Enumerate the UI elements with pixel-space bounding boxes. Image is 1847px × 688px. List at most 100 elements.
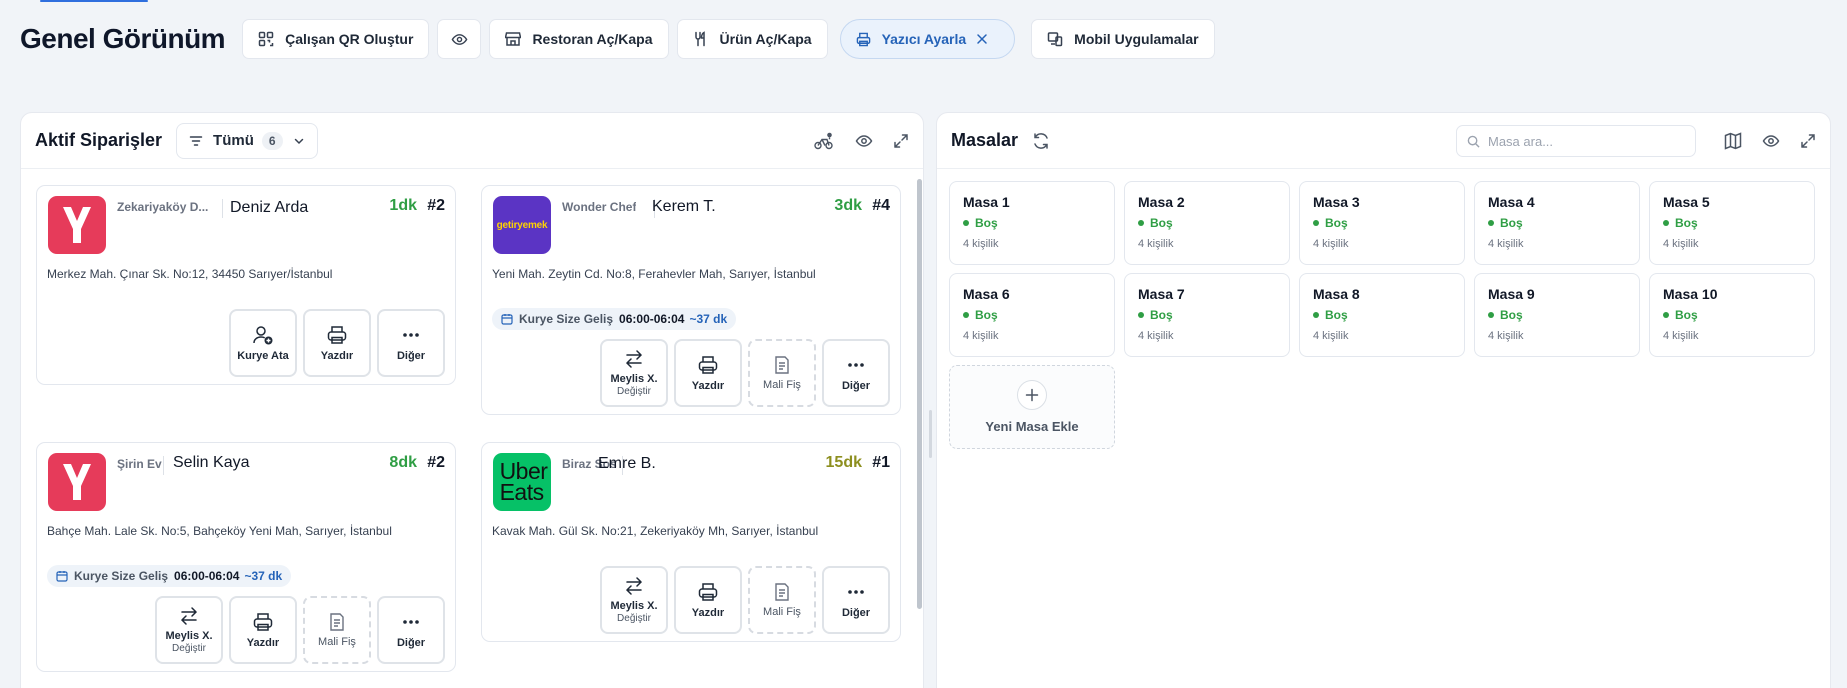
status-label: Boş [1675,308,1698,322]
assign-courier-button[interactable]: Kurye Ata [229,309,297,377]
fiscal-receipt-button[interactable]: Mali Fiş [303,596,371,664]
active-orders-header: Aktif Siparişler Tümü 6 [21,113,923,169]
table-name: Masa 1 [963,194,1010,210]
table-name: Masa 6 [963,286,1010,302]
courier-map-icon[interactable] [813,131,835,151]
table-status: Boş [1138,216,1276,230]
table-card[interactable]: Masa 7 Boş 4 kişilik [1124,273,1290,357]
add-table-button[interactable]: Yeni Masa Ekle [949,365,1115,449]
printer-settings-chip[interactable]: Yazıcı Ayarla [839,19,1016,59]
elapsed-time: 3dk [834,197,862,214]
table-card[interactable]: Masa 2 Boş 4 kişilik [1124,181,1290,265]
table-status: Boş [1663,216,1801,230]
order-card[interactable]: Zekariyaköy D... Deniz Arda 1dk #2 Merke… [36,185,456,385]
fiscal-receipt-button[interactable]: Mali Fiş [748,566,816,634]
courier-window: 06:00-06:04 [174,569,240,583]
printer-settings-label: Yazıcı Ayarla [881,31,967,47]
getiryemek-logo-text: getiryemek [496,219,548,231]
staff-qr-button[interactable]: Çalışan QR Oluştur [242,19,430,59]
assign-courier-icon [253,326,273,345]
status-dot [1663,312,1669,318]
courier-eta-badge: Kurye Size Geliş 06:00-06:04 ~37 dk [47,565,292,587]
mobile-apps-label: Mobil Uygulamalar [1074,31,1199,47]
mobile-apps-button[interactable]: Mobil Uygulamalar [1031,19,1215,59]
change-courier-button[interactable]: Meylis X. Değiştir [600,339,668,407]
table-name: Masa 2 [1138,194,1185,210]
printer-icon [253,613,273,631]
restaurant-name: Zekariyaköy D... [117,200,209,214]
print-button[interactable]: Yazdır [674,339,742,407]
elapsed-time: 1dk [389,197,417,214]
table-card[interactable]: Masa 6 Boş 4 kişilik [949,273,1115,357]
table-card[interactable]: Masa 3 Boş 4 kişilik [1299,181,1465,265]
change-courier-button[interactable]: Meylis X. Değiştir [155,596,223,664]
elapsed-time: 8dk [389,454,417,471]
product-toggle-label: Ürün Aç/Kapa [719,31,812,47]
table-status: Boş [1488,216,1626,230]
expand-icon[interactable] [1800,133,1816,149]
table-card[interactable]: Masa 5 Boş 4 kişilik [1649,181,1815,265]
status-dot [1663,220,1669,226]
map-icon[interactable] [1724,132,1742,150]
customer-name: Deniz Arda [230,199,309,216]
table-capacity: 4 kişilik [1313,330,1349,342]
orders-scrollbar[interactable] [917,179,922,609]
action-label: Yazdır [320,350,354,362]
calendar-icon [56,571,68,582]
printer-icon [327,326,347,344]
tables-header: Masalar [937,113,1830,169]
action-label: Kurye Ata [237,350,289,362]
action-label: Diğer [841,380,871,392]
table-card[interactable]: Masa 1 Boş 4 kişilik [949,181,1115,265]
print-button[interactable]: Yazdır [303,309,371,377]
expand-icon[interactable] [893,133,909,149]
ubereats-logo-text-2: Eats [499,479,545,505]
more-button[interactable]: Diğer [377,309,445,377]
print-button[interactable]: Yazdır [674,566,742,634]
more-button[interactable]: Diğer [377,596,445,664]
staff-qr-label: Çalışan QR Oluştur [285,31,414,47]
fiscal-receipt-button[interactable]: Mali Fiş [748,339,816,407]
close-icon[interactable] [976,33,999,45]
table-card[interactable]: Masa 8 Boş 4 kişilik [1299,273,1465,357]
product-toggle-button[interactable]: Ürün Aç/Kapa [676,19,828,59]
delivery-address: Yeni Mah. Zeytin Cd. No:8, Ferahevler Ma… [492,267,816,281]
yemeksepeti-logo [48,453,106,511]
action-label: Yazdır [246,637,280,649]
swap-icon [625,350,643,368]
restaurant-toggle-button[interactable]: Restoran Aç/Kapa [489,19,669,59]
ubereats-logo: Uber Eats [493,453,551,511]
print-button[interactable]: Yazdır [229,596,297,664]
courier-eta: ~37 dk [689,312,728,326]
search-icon [1467,135,1480,148]
table-status: Boş [1488,308,1626,322]
panel-resize-handle[interactable] [929,410,932,458]
table-card[interactable]: Masa 9 Boş 4 kişilik [1474,273,1640,357]
order-card[interactable]: Şirin Ev Selin Kaya 8dk #2 Bahçe Mah. La… [36,442,456,672]
refresh-icon[interactable] [1032,132,1050,150]
table-card[interactable]: Masa 4 Boş 4 kişilik [1474,181,1640,265]
table-card[interactable]: Masa 10 Boş 4 kişilik [1649,273,1815,357]
chevron-down-icon [293,135,305,147]
table-status: Boş [963,308,1101,322]
eye-icon[interactable] [1762,132,1780,150]
table-name: Masa 9 [1488,286,1535,302]
order-card[interactable]: getiryemek Wonder Chef Kerem T. 3dk #4 Y… [481,185,901,415]
order-filter-dropdown[interactable]: Tümü 6 [176,122,318,159]
restaurant-name: Şirin Ev [117,457,162,471]
tables-title: Masalar [951,130,1019,150]
add-table-label: Yeni Masa Ekle [985,419,1079,434]
status-dot [1488,312,1494,318]
table-name: Masa 5 [1663,194,1710,210]
more-button[interactable]: Diğer [822,566,890,634]
more-button[interactable]: Diğer [822,339,890,407]
table-search-input[interactable] [1488,133,1678,149]
table-capacity: 4 kişilik [1138,330,1174,342]
change-courier-button[interactable]: Meylis X. Değiştir [600,566,668,634]
more-icon [848,363,864,367]
table-name: Masa 4 [1488,194,1535,210]
eye-icon[interactable] [855,132,873,150]
table-search[interactable] [1456,125,1696,157]
order-card[interactable]: Uber Eats Biraz Sos Emre B. 15dk #1 Kavak… [481,442,901,642]
visibility-toggle-button[interactable] [437,19,482,59]
